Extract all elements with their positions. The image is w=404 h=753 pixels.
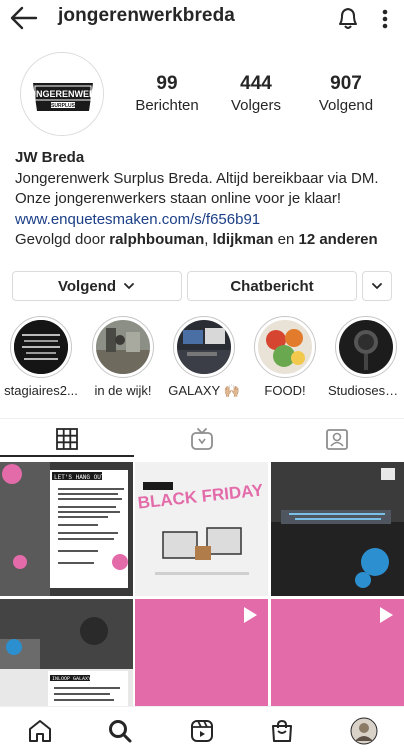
profile-avatar-large[interactable]: JONGERENWERK SURPLUS [20, 52, 104, 136]
highlight-galaxy[interactable]: GALAXY 🙌🏼 [166, 316, 242, 399]
highlight-label: in de wijk! [94, 383, 152, 398]
svg-text:SURPLUS: SURPLUS [51, 103, 76, 109]
highlight-food[interactable]: FOOD! [247, 316, 323, 398]
jongerenwerk-logo: JONGERENWERK SURPLUS [21, 53, 103, 135]
highlight-cover [14, 320, 68, 374]
followers-count[interactable]: 444 Volgers [214, 73, 298, 114]
post-thumbnail[interactable] [271, 599, 404, 706]
following-count[interactable]: 907 Volgend [304, 73, 388, 114]
nav-home[interactable] [22, 713, 58, 749]
arrow-left-icon [10, 6, 38, 30]
highlight-label: Studiosessi... [328, 383, 404, 398]
suggested-accounts-button[interactable] [362, 271, 392, 301]
followed-by-user-1: ralphbouman [109, 231, 205, 248]
followers-count-label: Volgers [230, 97, 282, 114]
highlight-label: GALAXY 🙌🏼 [168, 383, 240, 398]
svg-text:INLOOP GALAXY: INLOOP GALAXY [52, 676, 91, 682]
posts-count-value: 99 [156, 73, 178, 94]
tab-igtv[interactable] [135, 419, 269, 459]
nav-reels[interactable] [184, 713, 220, 749]
highlight-cover [339, 320, 393, 374]
followed-by-prefix: Gevolgd door [15, 231, 110, 248]
followed-by-and: en [273, 231, 299, 248]
followed-by-sep: , [204, 231, 213, 248]
highlight-studiosessies[interactable]: Studiosessi... [328, 316, 404, 398]
grid-icon [56, 428, 78, 450]
followed-by-others: 12 anderen [298, 231, 378, 248]
post-thumbnail[interactable] [271, 462, 404, 596]
top-bar: jongerenwerkbreda [0, 0, 404, 36]
bio-line-1: Jongerenwerk Surplus Breda. Altijd berei… [15, 169, 379, 187]
highlight-ring [92, 316, 154, 378]
post-thumbnail[interactable] [135, 599, 268, 706]
svg-text:LET'S HANG OUT: LET'S HANG OUT [54, 474, 105, 481]
profile-username: jongerenwerkbreda [58, 5, 235, 26]
back-button[interactable] [8, 4, 40, 32]
shop-icon [272, 719, 292, 742]
tab-posts-grid[interactable] [0, 419, 134, 459]
nav-shop[interactable] [264, 713, 300, 749]
bio-line-2: Onze jongerenwerkers staan online voor j… [15, 190, 342, 207]
following-count-value: 907 [330, 73, 362, 94]
highlight-cover [177, 320, 231, 374]
followed-by-user-2: ldijkman [212, 231, 274, 248]
post-thumbnail[interactable]: LET'S HANG OUT [0, 462, 133, 596]
video-play-icon [244, 607, 257, 623]
bell-icon [339, 8, 357, 29]
posts-count-label: Berichten [135, 97, 199, 114]
notifications-button[interactable] [334, 4, 362, 32]
active-tab-indicator [0, 455, 134, 457]
more-vertical-icon [382, 9, 388, 29]
svg-text:JONGERENWERK: JONGERENWERK [24, 89, 103, 99]
message-button-label: Chatbericht [230, 277, 314, 295]
igtv-icon [191, 428, 213, 450]
followed-by[interactable]: Gevolgd door ralphbouman, ldijkman en 12… [15, 230, 399, 251]
post-thumbnail[interactable]: BLACK FRIDAY [135, 462, 268, 596]
followers-count-value: 444 [240, 73, 272, 94]
highlight-stagiaires[interactable]: stagiaires2... [3, 316, 79, 398]
highlight-cover [258, 320, 312, 374]
highlight-ring [173, 316, 235, 378]
following-count-label: Volgend [318, 97, 374, 114]
home-icon [29, 720, 51, 742]
highlight-ring [10, 316, 72, 378]
reels-icon [191, 720, 213, 742]
video-play-icon [380, 607, 393, 623]
message-button[interactable]: Chatbericht [187, 271, 357, 301]
profile-avatar [350, 717, 378, 745]
profile-tabs [0, 418, 404, 458]
bottom-navigation [0, 706, 404, 753]
following-button-label: Volgend [57, 277, 117, 295]
nav-profile[interactable] [346, 713, 382, 749]
bio-link[interactable]: www.enquetesmaken.com/s/f656b91 [15, 210, 399, 231]
highlight-ring [335, 316, 397, 378]
tab-tagged[interactable] [270, 419, 404, 459]
following-button[interactable]: Volgend [12, 271, 182, 301]
post-thumbnail[interactable]: INLOOP GALAXY [0, 599, 133, 706]
highlight-cover [96, 320, 150, 374]
profile-bio: JW Breda Jongerenwerk Surplus Breda. Alt… [15, 148, 399, 251]
highlight-label: FOOD! [264, 383, 306, 398]
tagged-icon [326, 429, 348, 450]
posts-grid: LET'S HANG OUT BLACK FRIDAY INLOOP GALAX… [0, 462, 404, 706]
chevron-down-icon [372, 283, 382, 289]
more-options-button[interactable] [376, 4, 394, 32]
posts-count[interactable]: 99 Berichten [125, 73, 209, 114]
profile-display-name: JW Breda [15, 149, 85, 166]
chevron-down-icon [124, 283, 134, 289]
highlight-ring [254, 316, 316, 378]
nav-search[interactable] [102, 713, 138, 749]
highlight-label: stagiaires2... [4, 383, 78, 398]
search-icon [109, 720, 132, 743]
highlight-in-de-wijk[interactable]: in de wijk! [85, 316, 161, 398]
